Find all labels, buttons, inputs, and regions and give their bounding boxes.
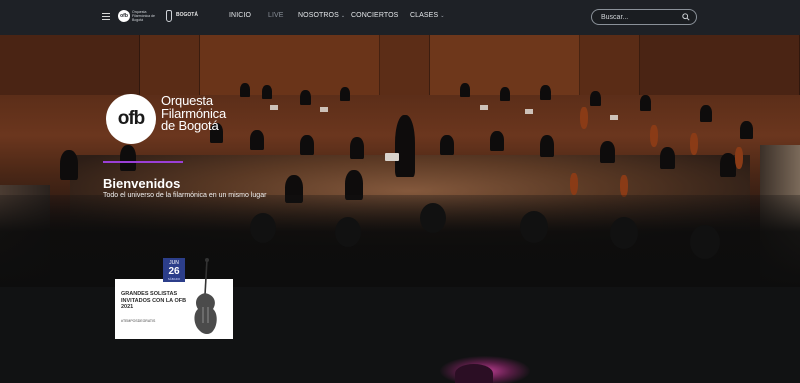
musician-figure: [350, 137, 364, 159]
ofb-logo[interactable]: ofb: [118, 10, 130, 22]
nav-link-inicio[interactable]: INICIO: [229, 12, 251, 19]
musician-figure: [700, 105, 712, 122]
cello-instrument: [580, 107, 588, 129]
musician-figure: [250, 130, 264, 150]
chevron-down-icon: ⌄: [440, 13, 445, 19]
musician-figure: [660, 147, 675, 169]
hero-subtitle: Todo el universo de la filarmónica en un…: [103, 192, 267, 199]
musician-figure: [540, 135, 554, 157]
ofb-hero-logo: ofb: [106, 94, 156, 144]
nav-link-live-label: LIVE: [268, 12, 284, 19]
musician-figure: [262, 85, 272, 99]
nav-link-inicio-label: INICIO: [229, 12, 251, 19]
music-stand: [320, 107, 328, 112]
musician-figure: [340, 87, 350, 101]
musician-figure: [440, 135, 454, 155]
hero-title: Bienvenidos: [103, 176, 181, 191]
music-stand: [610, 115, 618, 120]
wall-panel: [140, 35, 200, 95]
bogota-seal-icon: [166, 10, 172, 22]
audience-head: [420, 203, 446, 233]
ofb-hero-logo-text: Orquesta Filarmónica de Bogotá: [161, 94, 226, 133]
audience-silhouettes: [0, 195, 800, 287]
event-title: GRANDES SOLISTAS INVITADOS CON LA OFB 20…: [121, 291, 187, 310]
search-input[interactable]: [601, 13, 681, 22]
event-card[interactable]: GRANDES SOLISTAS INVITADOS CON LA OFB 20…: [115, 258, 233, 339]
nav-link-clases-label: CLASES: [410, 12, 439, 19]
double-bass-icon: [194, 258, 217, 334]
nav-link-nosotros-label: NOSOTROS: [298, 12, 339, 19]
ofb-logo-text[interactable]: Orquesta Filarmónica de Bogotá: [132, 10, 158, 22]
musician-figure: [600, 141, 615, 163]
chevron-down-icon: ⌄: [340, 13, 346, 19]
event-date-badge: JUN 26 SÁBADO: [163, 258, 185, 282]
search-box[interactable]: [591, 9, 697, 25]
musician-figure: [120, 145, 136, 171]
musician-figure: [590, 91, 601, 106]
audience-head: [690, 225, 720, 259]
hamburger-menu-icon[interactable]: [102, 13, 110, 21]
cello-instrument: [690, 133, 698, 155]
wall-panel: [580, 35, 640, 95]
musician-figure: [300, 135, 314, 155]
nav-link-conciertos-label: CONCIERTOS: [351, 12, 399, 19]
audience-head: [610, 217, 638, 249]
hero-logo-line: de Bogotá: [161, 118, 219, 133]
cello-instrument: [735, 147, 743, 169]
musician-figure: [640, 95, 651, 111]
cello-instrument: [620, 175, 628, 197]
conductor-figure: [395, 115, 415, 177]
nav-link-nosotros[interactable]: NOSOTROS ⌄: [298, 12, 345, 19]
search-icon[interactable]: [682, 13, 690, 21]
musician-figure: [240, 83, 250, 97]
event-hashtag: #TEMPOSDEGRATIS: [121, 319, 156, 323]
music-stand: [480, 105, 488, 110]
accent-underline: [103, 161, 183, 163]
wall-panel: [200, 35, 380, 95]
musician-figure: [500, 87, 510, 101]
stage-light-shape: [455, 364, 493, 383]
music-stand: [525, 109, 533, 114]
musician-figure: [60, 150, 78, 180]
wall-panel: [380, 35, 430, 95]
musician-figure: [490, 131, 504, 151]
musician-figure: [720, 153, 736, 177]
nav-link-live[interactable]: LIVE: [268, 12, 284, 19]
event-day: 26: [168, 266, 180, 277]
audience-head: [335, 217, 361, 247]
musician-figure: [540, 85, 551, 100]
wall-panel: [640, 35, 800, 95]
top-navbar: ofb Orquesta Filarmónica de Bogotá BOGOT…: [0, 0, 800, 35]
nav-link-clases[interactable]: CLASES ⌄: [410, 12, 445, 19]
musician-figure: [740, 121, 753, 139]
wall-panel: [0, 35, 140, 95]
wall-panel: [430, 35, 580, 95]
nav-link-conciertos[interactable]: CONCIERTOS: [351, 12, 398, 19]
cello-instrument: [650, 125, 658, 147]
audience-head: [250, 213, 276, 243]
cello-instrument: [570, 173, 578, 195]
music-score: [385, 153, 399, 161]
musician-figure: [300, 90, 311, 105]
event-weekday: SÁBADO: [167, 277, 181, 281]
musician-figure: [460, 83, 470, 97]
audience-head: [520, 211, 548, 243]
bogota-logo-text[interactable]: BOGOTÁ: [176, 12, 198, 18]
music-stand: [270, 105, 278, 110]
